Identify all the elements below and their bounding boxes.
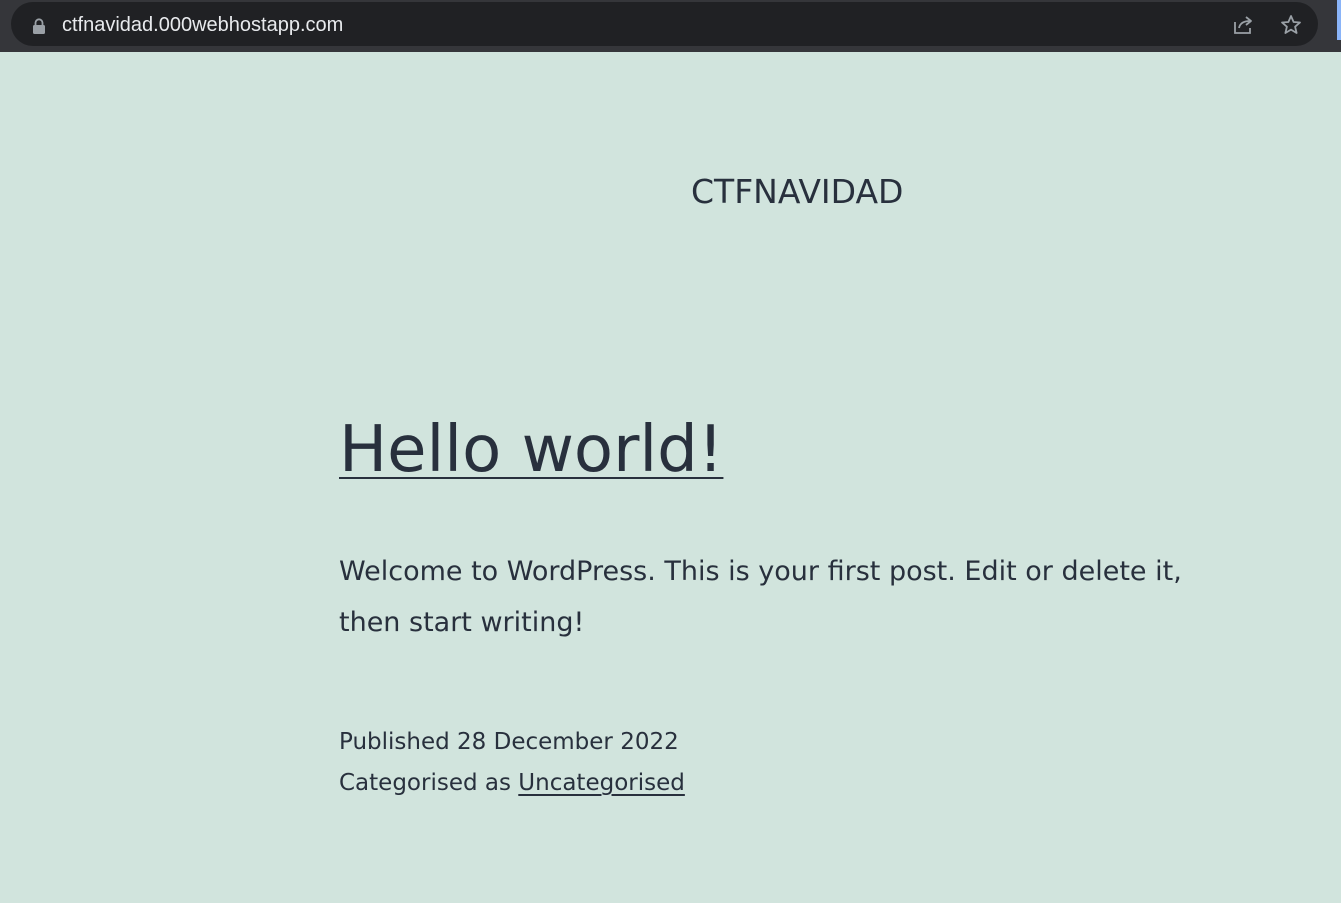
post-meta: Published 28 December 2022 Categorised a… bbox=[339, 722, 685, 804]
post-content: Welcome to WordPress. This is your first… bbox=[339, 546, 1239, 648]
browser-toolbar: ctfnavidad.000webhostapp.com bbox=[0, 0, 1341, 52]
url-text[interactable]: ctfnavidad.000webhostapp.com bbox=[62, 13, 343, 37]
address-bar[interactable]: ctfnavidad.000webhostapp.com bbox=[11, 2, 1318, 46]
published-label: Published bbox=[339, 729, 450, 755]
category-link-uncategorised[interactable]: Uncategorised bbox=[518, 770, 685, 796]
published-line: Published 28 December 2022 bbox=[339, 722, 685, 763]
published-date: 28 December 2022 bbox=[457, 729, 679, 755]
category-line: Categorised as Uncategorised bbox=[339, 763, 685, 804]
category-prefix: Categorised as bbox=[339, 770, 511, 796]
share-icon[interactable] bbox=[1231, 13, 1255, 37]
bookmark-star-icon[interactable] bbox=[1279, 13, 1303, 37]
lock-icon[interactable] bbox=[32, 18, 46, 34]
post-title-link[interactable]: Hello world! bbox=[339, 410, 723, 490]
post-content-text: Welcome to WordPress. This is your first… bbox=[339, 556, 1182, 638]
site-title[interactable]: CTFNAVIDAD bbox=[691, 172, 903, 212]
window-edge bbox=[1337, 0, 1341, 40]
